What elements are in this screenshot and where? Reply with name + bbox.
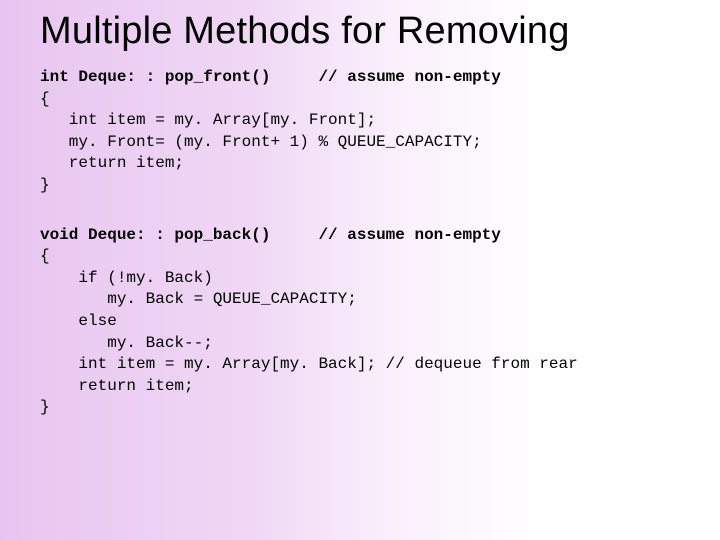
slide: Multiple Methods for Removing int Deque:… bbox=[0, 0, 720, 540]
code-block-pop-back: void Deque: : pop_back() // assume non-e… bbox=[40, 225, 690, 419]
code-line: } bbox=[40, 176, 50, 194]
code-line: my. Back = QUEUE_CAPACITY; bbox=[40, 290, 357, 308]
code-line: my. Front= (my. Front+ 1) % QUEUE_CAPACI… bbox=[40, 133, 482, 151]
code-line: int item = my. Array[my. Back]; // deque… bbox=[40, 355, 578, 373]
signature-pop-back: void Deque: : pop_back() bbox=[40, 226, 270, 244]
code-line: { bbox=[40, 90, 50, 108]
code-line: int item = my. Array[my. Front]; bbox=[40, 111, 376, 129]
code-line: return item; bbox=[40, 154, 184, 172]
code-line: return item; bbox=[40, 377, 194, 395]
signature-pop-front: int Deque: : pop_front() bbox=[40, 68, 270, 86]
code-block-pop-front: int Deque: : pop_front() // assume non-e… bbox=[40, 67, 690, 197]
comment-pop-back: // assume non-empty bbox=[318, 226, 500, 244]
slide-title: Multiple Methods for Removing bbox=[40, 10, 690, 53]
comment-pop-front: // assume non-empty bbox=[318, 68, 500, 86]
code-line: { bbox=[40, 247, 50, 265]
code-line: if (!my. Back) bbox=[40, 269, 213, 287]
code-line: my. Back--; bbox=[40, 334, 213, 352]
code-line: else bbox=[40, 312, 117, 330]
code-line: } bbox=[40, 398, 50, 416]
